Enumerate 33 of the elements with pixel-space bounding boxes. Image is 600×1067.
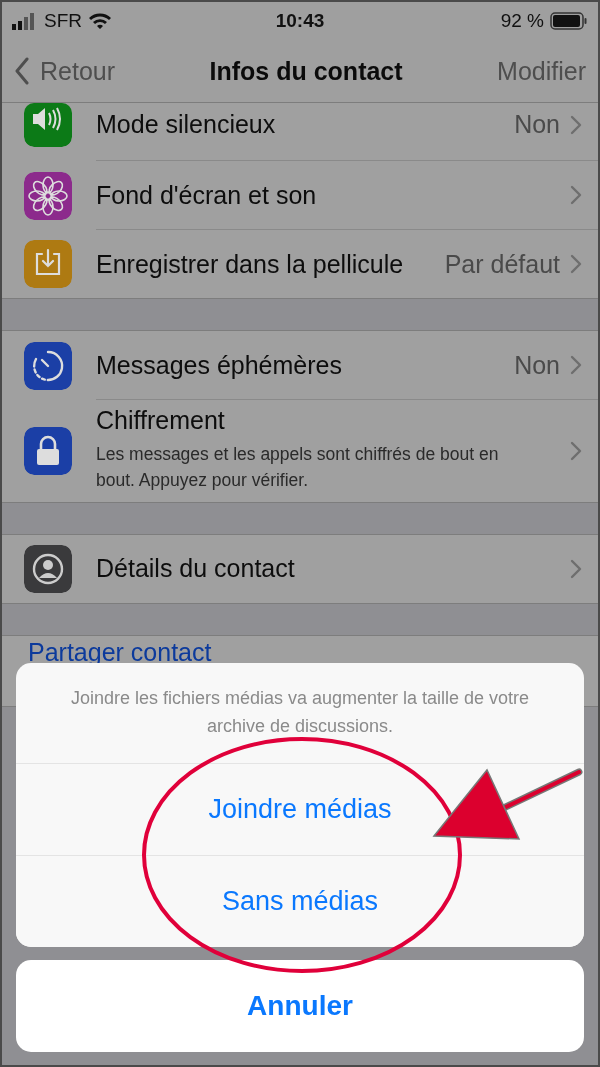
row-subtitle: Les messages et les appels sont chiffrés de bout en bout. Appuyez pour vérifier. (96, 443, 500, 493)
back-chevron-icon (14, 57, 30, 85)
battery-percent: 92 % (500, 10, 544, 32)
settings-row[interactable]: Chiffrement Les messages et les appels sont chiffrés de bout en bout. Appuyez pour vérifier. (2, 400, 598, 502)
row-title: Mode silencieux (96, 110, 277, 139)
row-title: Enregistrer dans la pellicule (96, 249, 405, 279)
carrier: SFR (44, 10, 82, 32)
chevron-icon (570, 114, 582, 135)
chevron-icon (570, 440, 582, 461)
settings-row[interactable]: Messages éphémères Non (2, 331, 598, 400)
settings-row[interactable]: Mode silencieux Non (2, 103, 598, 161)
clock: 10:43 (275, 10, 325, 32)
chevron-icon (570, 254, 582, 274)
row-value: Non (514, 350, 560, 380)
chevron-icon (570, 558, 582, 579)
chevron-icon (570, 355, 582, 375)
row-title: Chiffrement (96, 406, 226, 435)
wifi-icon (88, 12, 112, 30)
chevron-icon (570, 185, 582, 205)
row-value: Non (514, 110, 560, 139)
row-title: Détails du contact (96, 554, 296, 583)
row-value: Par défaut (444, 249, 560, 279)
row-title: Fond d'écran et son (96, 180, 318, 210)
share-contact-link[interactable]: Partager contact (24, 635, 212, 667)
battery-icon (550, 12, 588, 30)
settings-row[interactable]: Fond d'écran et son (2, 161, 598, 230)
screen-title: Infos du contact (209, 56, 403, 86)
settings-row[interactable]: Enregistrer dans la pellicule Par défaut (2, 230, 598, 298)
sheet-message: Joindre les fichiers médias va augmenter la taille de votre archive de discussions. (69, 687, 531, 738)
sheet-action[interactable]: Sans médias (16, 855, 584, 947)
row-title: Messages éphémères (96, 350, 343, 380)
settings-row[interactable]: Détails du contact (2, 534, 598, 603)
cancel-button[interactable]: Annuler (16, 960, 584, 1052)
